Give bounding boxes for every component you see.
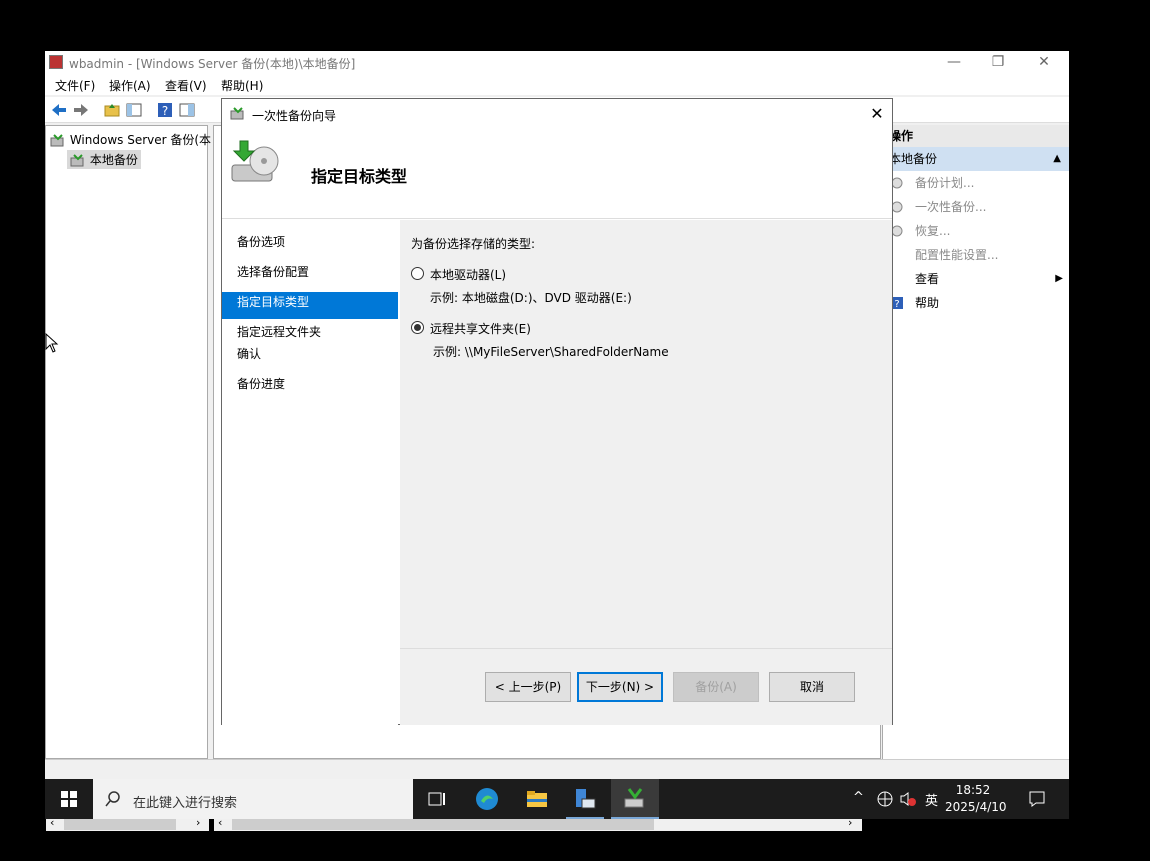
actions-pane: 操作 本地备份 ▲ 备份计划... 一次性备份... 恢复... 配置性能设置.… <box>882 125 1069 759</box>
action-recover[interactable]: 恢复... <box>883 219 1069 243</box>
back-arrow-icon[interactable] <box>50 101 68 119</box>
title-bar: wbadmin - [Windows Server 备份(本地)\本地备份] —… <box>45 51 1069 73</box>
tree-scroll-thumb[interactable] <box>64 818 176 830</box>
search-box[interactable]: 在此键入进行搜索 <box>93 779 413 819</box>
dialog-title: 一次性备份向导 <box>252 109 337 123</box>
step-select-configuration[interactable]: 选择备份配置 <box>237 263 309 280</box>
search-placeholder: 在此键入进行搜索 <box>133 796 238 811</box>
network-icon[interactable] <box>877 791 893 807</box>
result-scroll-thumb[interactable] <box>232 818 654 830</box>
close-window-button[interactable]: ✕ <box>1021 51 1067 73</box>
ime-indicator[interactable]: 英 <box>925 790 938 809</box>
action-backup-schedule[interactable]: 备份计划... <box>883 171 1069 195</box>
up-folder-icon[interactable] <box>103 101 121 119</box>
remote-share-radio[interactable] <box>411 321 424 334</box>
step-specify-destination-type[interactable]: 指定目标类型 <box>237 293 309 310</box>
previous-button[interactable]: < 上一步(P) <box>485 672 571 702</box>
minimize-button[interactable]: — <box>931 51 977 73</box>
remote-share-label[interactable]: 远程共享文件夹(E) <box>430 320 531 337</box>
clock-time: 18:52 <box>955 783 991 797</box>
actions-section-label: 本地备份 <box>889 152 938 166</box>
wizard-steps: 备份选项 选择备份配置 指定目标类型 指定远程文件夹 确认 备份进度 <box>222 220 398 725</box>
volume-muted-icon[interactable] <box>899 791 917 807</box>
remote-share-example: 示例: \\MyFileServer\SharedFolderName <box>433 345 669 359</box>
action-configure-performance[interactable]: 配置性能设置... <box>883 243 1069 267</box>
action-view[interactable]: 查看 ▶ <box>883 267 1069 291</box>
menu-view[interactable]: 查看(V) <box>165 77 207 94</box>
help-icon[interactable]: ? <box>156 101 174 119</box>
step-backup-options[interactable]: 备份选项 <box>237 233 285 250</box>
backup-button[interactable]: 备份(A) <box>673 672 759 702</box>
action-label: 备份计划... <box>915 176 975 190</box>
clock[interactable]: 18:52 2025/4/10 <box>945 782 1007 816</box>
svg-text:?: ? <box>162 104 168 118</box>
edge-icon[interactable] <box>475 787 499 811</box>
action-label: 查看 <box>915 272 940 286</box>
server-backup-icon <box>50 133 64 146</box>
file-explorer-icon[interactable] <box>525 787 549 811</box>
tree-root-label: Windows Server 备份(本 <box>69 133 212 147</box>
clock-date: 2025/4/10 <box>945 800 1007 814</box>
notification-icon[interactable] <box>1028 790 1046 808</box>
properties-icon[interactable] <box>178 101 196 119</box>
app-icon <box>49 55 63 69</box>
dialog-button-bar: < 上一步(P) 下一步(N) > 备份(A) 取消 <box>400 648 892 725</box>
console-tree: Windows Server 备份(本 本地备份 ‹ › <box>45 125 211 831</box>
window-title: wbadmin - [Windows Server 备份(本地)\本地备份] <box>69 57 356 71</box>
tree-local-backup[interactable]: 本地备份 <box>67 150 141 169</box>
dialog-header: 指定目标类型 <box>222 129 892 219</box>
server-manager-indicator <box>566 817 604 819</box>
backup-drive-icon <box>231 140 279 182</box>
tree-root[interactable]: Windows Server 备份(本 <box>50 131 211 148</box>
menu-help[interactable]: 帮助(H) <box>221 77 263 94</box>
dialog-close-button[interactable]: ✕ <box>866 103 888 125</box>
step-specify-remote-folder[interactable]: 指定远程文件夹 <box>237 323 321 340</box>
dialog-title-bar: 一次性备份向导 ✕ <box>222 99 892 129</box>
status-bar <box>45 759 1069 779</box>
menu-bar: 文件(F) 操作(A) 查看(V) 帮助(H) <box>45 73 1069 95</box>
svg-text:?: ? <box>894 299 899 309</box>
windows-start-icon[interactable] <box>61 791 77 807</box>
local-backup-icon <box>70 153 84 166</box>
local-drive-example: 示例: 本地磁盘(D:)、DVD 驱动器(E:) <box>430 291 632 305</box>
action-backup-once[interactable]: 一次性备份... <box>883 195 1069 219</box>
tree-local-backup-label: 本地备份 <box>89 153 138 167</box>
menu-file[interactable]: 文件(F) <box>55 77 95 94</box>
next-button[interactable]: 下一步(N) > <box>577 672 663 702</box>
show-hide-tree-icon[interactable] <box>125 101 143 119</box>
action-label: 一次性备份... <box>915 200 987 214</box>
action-label: 恢复... <box>915 224 951 238</box>
step-confirmation[interactable]: 确认 <box>237 345 261 362</box>
forward-arrow-icon[interactable] <box>72 101 90 119</box>
local-drive-radio[interactable] <box>411 267 424 280</box>
local-drive-label[interactable]: 本地驱动器(L) <box>430 266 506 283</box>
backup-wizard-dialog: 一次性备份向导 ✕ 指定目标类型 备份选项 选择备份配置 指定目标类型 指定远程… <box>221 98 893 725</box>
action-label: 配置性能设置... <box>915 248 999 262</box>
tray-expand-icon[interactable]: ^ <box>853 790 864 805</box>
step-backup-progress[interactable]: 备份进度 <box>237 375 285 392</box>
taskbar: 在此键入进行搜索 ^ 英 18:52 2025/4/10 <box>45 779 1069 819</box>
server-manager-icon[interactable] <box>573 787 597 811</box>
backup-app-icon <box>624 788 644 808</box>
actions-header: 操作 <box>883 125 1069 147</box>
collapse-icon[interactable]: ▲ <box>1053 147 1061 171</box>
search-icon <box>105 791 120 807</box>
mouse-cursor-icon <box>45 333 59 353</box>
wbadmin-taskbar-button[interactable] <box>611 779 659 819</box>
wizard-icon <box>230 107 244 120</box>
active-indicator <box>611 817 659 819</box>
menu-action[interactable]: 操作(A) <box>109 77 151 94</box>
task-view-icon[interactable] <box>425 787 449 811</box>
cancel-button[interactable]: 取消 <box>769 672 855 702</box>
action-help[interactable]: ? 帮助 <box>883 291 1069 315</box>
submenu-arrow-icon: ▶ <box>1055 273 1063 284</box>
action-label: 帮助 <box>915 296 940 310</box>
restore-button[interactable]: ❐ <box>975 51 1021 73</box>
dialog-heading: 指定目标类型 <box>311 167 408 186</box>
actions-section[interactable]: 本地备份 ▲ <box>883 147 1069 171</box>
storage-type-prompt: 为备份选择存储的类型: <box>411 237 536 251</box>
